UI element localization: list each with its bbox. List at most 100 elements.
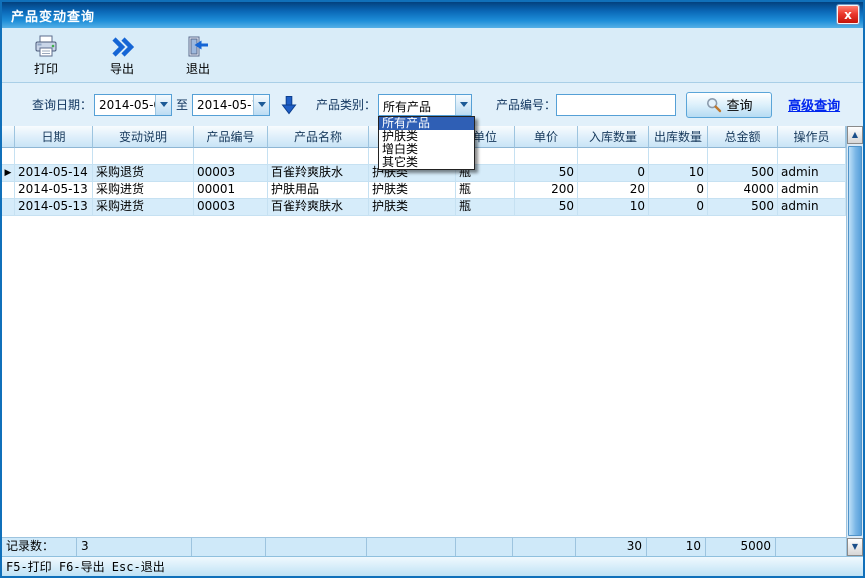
cell-product-code: 00003	[194, 165, 268, 182]
vertical-scrollbar[interactable]: ▲ ▼	[846, 126, 863, 556]
cell-date: 2014-05-14 10	[15, 165, 93, 182]
cell-unit-price: 50	[515, 165, 578, 182]
printer-icon	[34, 34, 58, 59]
apply-date-down-arrow-icon[interactable]	[280, 95, 298, 115]
col-header-product-name[interactable]: 产品名称	[268, 126, 369, 148]
cell-total-amount: 4000	[708, 182, 778, 199]
advanced-search-link[interactable]: 高级查询	[788, 95, 840, 114]
col-header-in-qty[interactable]: 入库数量	[578, 126, 649, 148]
toolbar: 打印 导出 退出	[2, 28, 863, 82]
print-button-label: 打印	[34, 60, 58, 77]
in-qty-total: 30	[576, 538, 647, 556]
product-code-input[interactable]	[556, 94, 676, 116]
date-to-label: 至	[176, 96, 188, 113]
category-option-all[interactable]: 所有产品	[379, 117, 474, 130]
col-header-product-code[interactable]: 产品编号	[194, 126, 268, 148]
export-button-label: 导出	[110, 60, 134, 77]
cell-unit-price: 50	[515, 199, 578, 216]
magnifier-icon	[706, 97, 722, 113]
search-button-label: 查询	[727, 95, 753, 114]
cell-product-code: 00003	[194, 199, 268, 216]
window-title: 产品变动查询	[2, 6, 95, 25]
search-button[interactable]: 查询	[686, 92, 772, 118]
record-count-label: 记录数：	[2, 538, 77, 556]
print-button[interactable]: 打印	[26, 34, 66, 77]
cell-category: 护肤类	[369, 199, 456, 216]
cell-in-qty: 0	[578, 165, 649, 182]
cell-unit-price: 200	[515, 182, 578, 199]
cell-product-name: 百雀羚爽肤水	[268, 165, 369, 182]
cell-unit: 瓶	[456, 199, 515, 216]
date-from-value: 2014-05-01	[95, 95, 155, 115]
table-row[interactable]: 2014-05-13 15 采购进货 00003 百雀羚爽肤水 护肤类 瓶 50…	[2, 199, 846, 216]
category-option-skincare[interactable]: 护肤类	[379, 130, 474, 143]
exit-door-icon	[186, 34, 210, 59]
filter-bar: 查询日期： 2014-05-01 至 2014-05-14 产品类别： 所有产品…	[2, 82, 863, 126]
row-selector-icon: ▶	[2, 165, 15, 182]
category-dropdown-icon[interactable]	[455, 95, 471, 115]
out-qty-total: 10	[647, 538, 706, 556]
date-range-label: 查询日期：	[32, 96, 92, 113]
scrollbar-thumb[interactable]	[848, 146, 862, 536]
data-grid: 日期 变动说明 产品编号 产品名称 产品类别 单位 单价 入库数量 出库数量 总…	[2, 126, 863, 556]
export-button[interactable]: 导出	[102, 34, 142, 77]
scroll-down-button[interactable]: ▼	[847, 538, 863, 556]
cell-category: 护肤类	[369, 182, 456, 199]
category-combobox[interactable]: 所有产品 所有产品 护肤类 增白类 其它类	[378, 94, 472, 116]
cell-product-code: 00001	[194, 182, 268, 199]
cell-product-name: 护肤用品	[268, 182, 369, 199]
category-value: 所有产品	[379, 95, 455, 115]
cell-out-qty: 10	[649, 165, 708, 182]
grid-empty-area	[2, 216, 846, 537]
col-header-total-amount[interactable]: 总金额	[708, 126, 778, 148]
category-option-whitening[interactable]: 增白类	[379, 143, 474, 156]
category-option-other[interactable]: 其它类	[379, 156, 474, 169]
cell-out-qty: 0	[649, 182, 708, 199]
exit-button-label: 退出	[186, 60, 210, 77]
date-from-combobox[interactable]: 2014-05-01	[94, 94, 172, 116]
exit-button[interactable]: 退出	[178, 34, 218, 77]
date-from-dropdown-icon[interactable]	[155, 95, 171, 115]
cell-date: 2014-05-13 15	[15, 182, 93, 199]
cell-change-desc: 采购进货	[93, 182, 194, 199]
cell-in-qty: 10	[578, 199, 649, 216]
app-window: 产品变动查询 x 打印	[0, 0, 865, 578]
col-header-selector	[2, 126, 15, 148]
date-to-combobox[interactable]: 2014-05-14	[192, 94, 270, 116]
close-button[interactable]: x	[837, 5, 859, 24]
cell-change-desc: 采购进货	[93, 199, 194, 216]
col-header-operator[interactable]: 操作员	[778, 126, 846, 148]
cell-out-qty: 0	[649, 199, 708, 216]
cell-in-qty: 20	[578, 182, 649, 199]
scroll-down-icon: ▼	[852, 543, 858, 551]
cell-total-amount: 500	[708, 199, 778, 216]
cell-total-amount: 500	[708, 165, 778, 182]
cell-date: 2014-05-13 15	[15, 199, 93, 216]
title-bar: 产品变动查询 x	[2, 2, 863, 28]
col-header-out-qty[interactable]: 出库数量	[649, 126, 708, 148]
cell-operator: admin	[778, 182, 846, 199]
close-icon: x	[844, 9, 852, 21]
amount-total: 5000	[706, 538, 776, 556]
table-row[interactable]: 2014-05-13 15 采购进货 00001 护肤用品 护肤类 瓶 200 …	[2, 182, 846, 199]
category-dropdown-list: 所有产品 护肤类 增白类 其它类	[378, 116, 475, 170]
col-header-date[interactable]: 日期	[15, 126, 93, 148]
date-to-dropdown-icon[interactable]	[253, 95, 269, 115]
scroll-up-icon: ▲	[852, 131, 858, 139]
export-double-chevron-icon	[110, 34, 134, 59]
status-bar-text: F5-打印 F6-导出 Esc-退出	[6, 558, 165, 575]
status-bar: F5-打印 F6-导出 Esc-退出	[2, 556, 863, 576]
category-label: 产品类别：	[316, 96, 376, 113]
product-code-label: 产品编号：	[496, 96, 556, 113]
scroll-up-button[interactable]: ▲	[847, 126, 863, 144]
record-count-value: 3	[77, 538, 192, 556]
summary-row: 记录数： 3 30 10 5000	[2, 537, 846, 556]
cell-product-name: 百雀羚爽肤水	[268, 199, 369, 216]
cell-unit: 瓶	[456, 182, 515, 199]
col-header-unit-price[interactable]: 单价	[515, 126, 578, 148]
cell-change-desc: 采购退货	[93, 165, 194, 182]
cell-operator: admin	[778, 199, 846, 216]
date-to-value: 2014-05-14	[193, 95, 253, 115]
cell-operator: admin	[778, 165, 846, 182]
col-header-change-desc[interactable]: 变动说明	[93, 126, 194, 148]
